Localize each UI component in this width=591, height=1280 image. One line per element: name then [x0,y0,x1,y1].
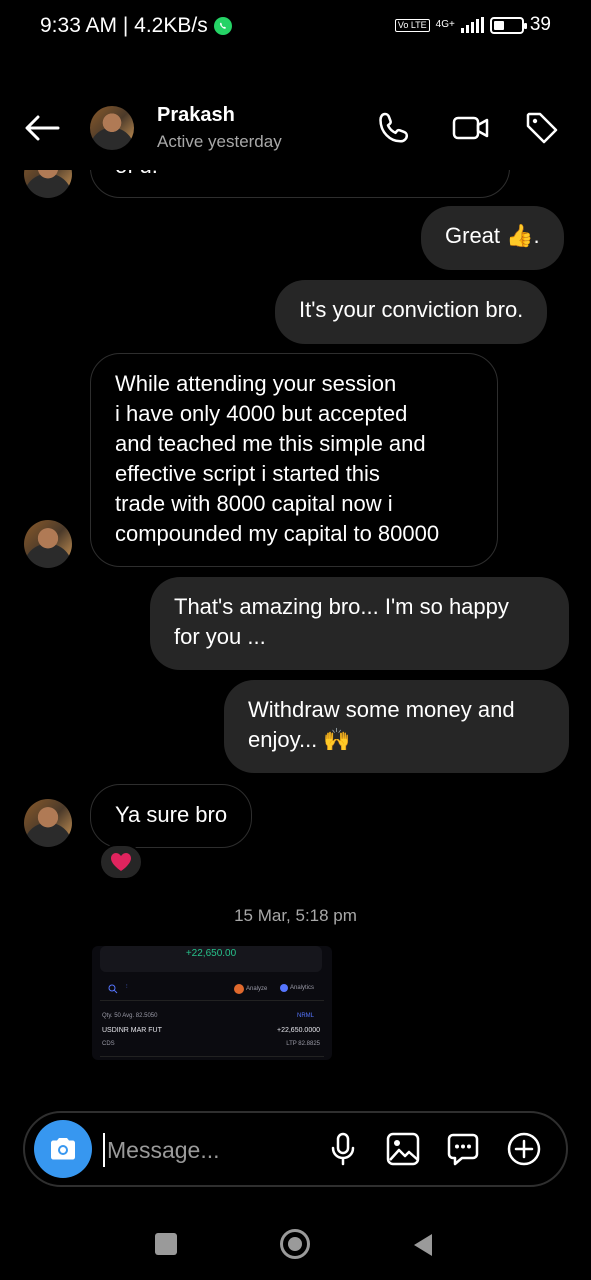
back-button[interactable] [22,112,62,144]
system-nav-bar [0,1210,591,1280]
position-qty: Qty. 50 Avg. 82.5050 [102,1013,158,1019]
message-line: i have only 4000 but accepted [115,401,408,426]
gallery-button[interactable] [385,1131,421,1167]
chat-header: Prakash Active yesterday [0,90,591,170]
position-tag: NRML [296,1013,314,1019]
message-line: for you ... [174,624,266,649]
volte-badge: Vo LTE [394,18,430,32]
status-right: Vo LTE 4G+ 39 [394,14,551,36]
heart-reaction[interactable] [99,844,143,880]
gallery-icon [386,1132,420,1166]
analyze-label: Analyze [246,986,268,992]
message-bubble-out[interactable]: Withdraw some money and enjoy... 🙌 [224,680,569,773]
message-bubble-in[interactable]: Ya sure bro [90,784,253,848]
message-text: Ya sure bro [115,802,228,827]
camera-button[interactable] [34,1120,92,1178]
plus-icon [507,1132,541,1166]
analyze-tab: Analyze [234,984,267,994]
contact-status: Active yesterday [157,132,282,151]
sender-avatar[interactable] [24,799,72,847]
message-text: It's your conviction bro. [299,297,524,322]
message-line: Withdraw some money and [248,697,515,722]
sticker-icon [447,1133,479,1166]
tag-icon [526,112,558,144]
voice-message-button[interactable] [325,1131,361,1167]
recents-button[interactable] [155,1233,177,1255]
message-line: effective script i started this [115,461,380,486]
phone-icon [379,112,409,143]
camera-icon [51,1138,75,1160]
battery-percent: 39 [529,14,551,35]
message-line: and teached me this simple and [115,431,426,456]
add-button[interactable] [506,1131,542,1167]
back-triangle-icon [414,1234,432,1256]
position-symbol: USDINR MAR FUT [102,1027,162,1034]
message-bubble-in[interactable]: While attending your session i have only… [90,353,498,567]
voice-call-button[interactable] [376,110,412,146]
message-line: trade with 8000 capital now i [115,491,393,516]
video-icon [452,116,489,140]
message-bubble-out[interactable]: That's amazing bro... I'm so happy for y… [150,577,569,670]
position-exchange: CDS [102,1041,115,1047]
date-separator: 15 Mar, 5:18 pm [234,906,357,925]
pnl-header: +22,650.00 [100,946,322,972]
message-bubble-out[interactable]: It's your conviction bro. [275,280,548,344]
message-line: compounded my capital to 80000 [115,521,440,546]
message-bubble-out[interactable]: Great 👍. [421,206,564,270]
shared-screenshot[interactable]: +22,650.00 ⫶ Analyze Analytics Qty. 50 A… [92,946,332,1060]
message-composer [23,1111,568,1187]
analytics-tab: Analytics [280,984,314,992]
message-text: Great 👍. [445,223,540,248]
video-call-button[interactable] [452,110,489,146]
tag-button[interactable] [524,110,560,146]
back-nav-button[interactable] [412,1232,434,1263]
contact-name[interactable]: Prakash [157,104,235,127]
filter-icon: ⫶ [126,984,128,990]
message-line: That's amazing bro... I'm so happy [174,594,509,619]
home-button[interactable] [280,1229,310,1259]
network-type: 4G+ [435,19,455,30]
search-icon [108,984,118,996]
pnl-value: +22,650.00 [185,948,237,959]
message-input[interactable] [103,1133,313,1167]
microphone-icon [331,1132,355,1166]
heart-icon [111,853,131,871]
status-time-speed: 9:33 AM | 4.2KB/s [40,14,208,37]
signal-icon [460,17,484,33]
sticker-button[interactable] [445,1131,481,1167]
message-line: enjoy... 🙌 [248,727,351,752]
whatsapp-icon [213,17,232,35]
battery-icon [489,16,527,34]
position-pnl: +22,650.0000 [276,1027,320,1034]
message-line: While attending your session [115,371,397,396]
analytics-label: Analytics [290,985,315,991]
contact-avatar[interactable] [90,106,134,150]
back-arrow-icon [25,115,60,141]
status-bar: 9:33 AM | 4.2KB/s Vo LTE 4G+ 39 [0,0,591,56]
status-left: 9:33 AM | 4.2KB/s [40,14,232,38]
position-ltp: LTP 82.8825 [286,1041,320,1047]
sender-avatar[interactable] [24,520,72,568]
